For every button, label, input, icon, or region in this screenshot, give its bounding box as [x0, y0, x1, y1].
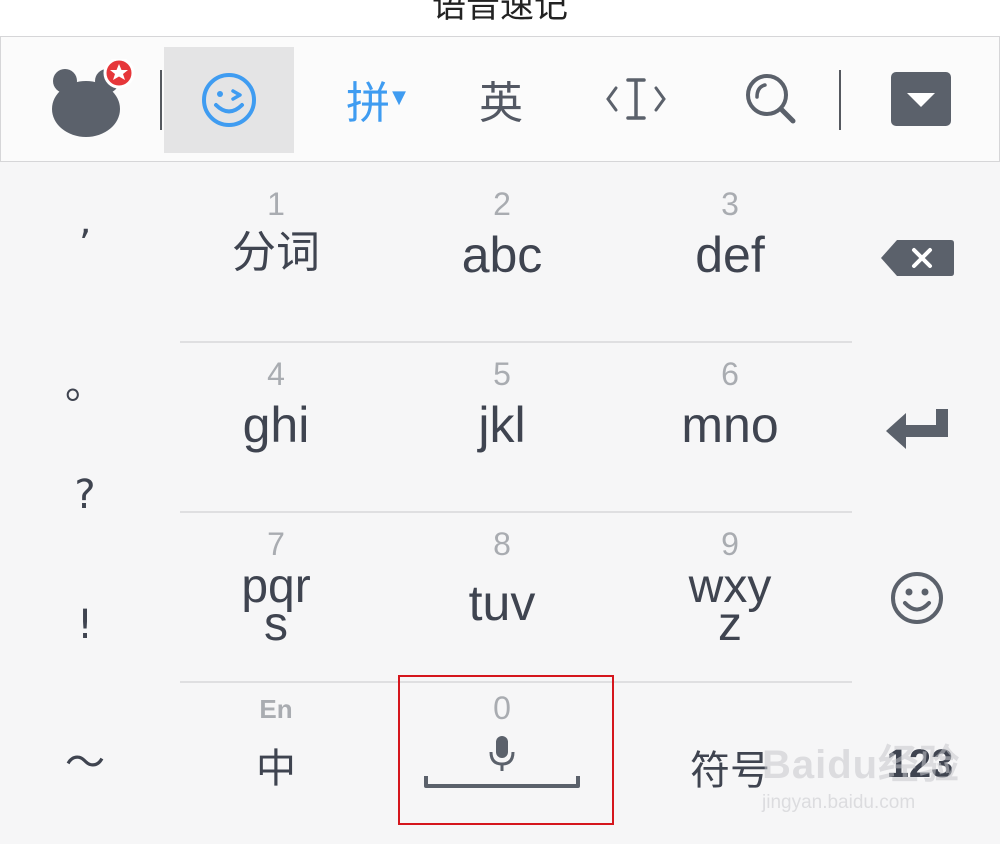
dropdown-caret-icon: ▼ [392, 86, 406, 108]
key-letters-line2: z [718, 598, 742, 651]
watermark-main: Baidu经验 [762, 743, 961, 787]
page-title-fragment: 语音速记 [432, 0, 568, 26]
enter-icon [886, 409, 948, 449]
key-1[interactable]: 1 分词 [196, 186, 356, 278]
lang-secondary-label: En [259, 694, 293, 724]
key-6[interactable]: 6 mno [650, 356, 810, 450]
row-divider [180, 511, 852, 513]
hide-keyboard-icon [891, 72, 951, 126]
english-label: 英 [479, 78, 523, 129]
cursor-icon [606, 78, 666, 120]
key-3[interactable]: 3 def [650, 186, 810, 280]
toolbar-separator [160, 70, 162, 130]
key-7[interactable]: 7 pqr s [196, 526, 356, 651]
symbols-label: 符号 [690, 748, 770, 794]
key-letters: abc [461, 227, 543, 283]
search-button[interactable] [726, 37, 816, 161]
baidu-jingyan-watermark: Baidu经验 jingyan.baidu.com [762, 732, 972, 822]
cursor-move-button[interactable] [591, 37, 681, 161]
key-9[interactable]: 9 wxy z [650, 526, 810, 651]
key-letters: def [695, 227, 765, 283]
period-key[interactable]: 。 [40, 352, 130, 410]
hide-keyboard-button[interactable] [881, 37, 961, 161]
backspace-key[interactable] [872, 226, 962, 290]
watermark-url: jingyan.baidu.com [762, 792, 916, 813]
apostrophe-key[interactable]: ’ [40, 222, 130, 268]
smiley-icon [891, 572, 943, 624]
baidu-logo-icon [52, 59, 135, 137]
pinyin-label: 拼 [346, 78, 391, 129]
backspace-icon [881, 240, 954, 276]
pinyin-mode-button[interactable]: 拼 ▼ [321, 37, 431, 161]
key-letters: jkl [478, 397, 526, 453]
tilde-key[interactable]: ～ [40, 730, 130, 788]
key-2[interactable]: 2 abc [422, 186, 582, 280]
key-number: 3 [721, 186, 739, 222]
emoji-key[interactable] [872, 566, 962, 630]
key-letters: 分词 [232, 227, 320, 278]
english-mode-button[interactable]: 英 [451, 37, 551, 161]
exclamation-key[interactable]: ! [40, 602, 130, 648]
key-4[interactable]: 4 ghi [196, 356, 356, 450]
key-number: 1 [267, 186, 285, 222]
row-divider [180, 341, 852, 343]
keyboard-toolbar: 拼 ▼ 英 [0, 36, 1000, 162]
key-letters: mno [681, 397, 779, 453]
toolbar-separator [839, 70, 841, 130]
key-number: 2 [493, 186, 511, 222]
highlight-box [398, 675, 614, 825]
baidu-logo-button[interactable] [41, 37, 141, 161]
search-icon [746, 74, 796, 124]
key-8[interactable]: 8 tuv [422, 526, 582, 628]
question-mark-key[interactable]: ? [40, 472, 130, 518]
key-5[interactable]: 5 jkl [422, 356, 582, 450]
key-letters: ghi [242, 397, 310, 453]
key-letters: tuv [468, 575, 536, 631]
key-letters-line2: s [264, 598, 288, 651]
emoji-icon [202, 73, 256, 127]
key-number: 9 [721, 526, 739, 562]
key-number: 6 [721, 356, 739, 392]
key-number: 8 [493, 526, 511, 562]
lang-primary-label: 中 [256, 746, 296, 792]
key-number: 5 [493, 356, 511, 392]
language-switch-key[interactable]: En 中 [196, 694, 356, 794]
enter-key[interactable] [872, 396, 962, 460]
key-number: 7 [267, 526, 285, 562]
emoji-button[interactable] [164, 47, 294, 153]
key-number: 4 [267, 356, 285, 392]
top-strip: 语音速记 [0, 0, 1000, 36]
